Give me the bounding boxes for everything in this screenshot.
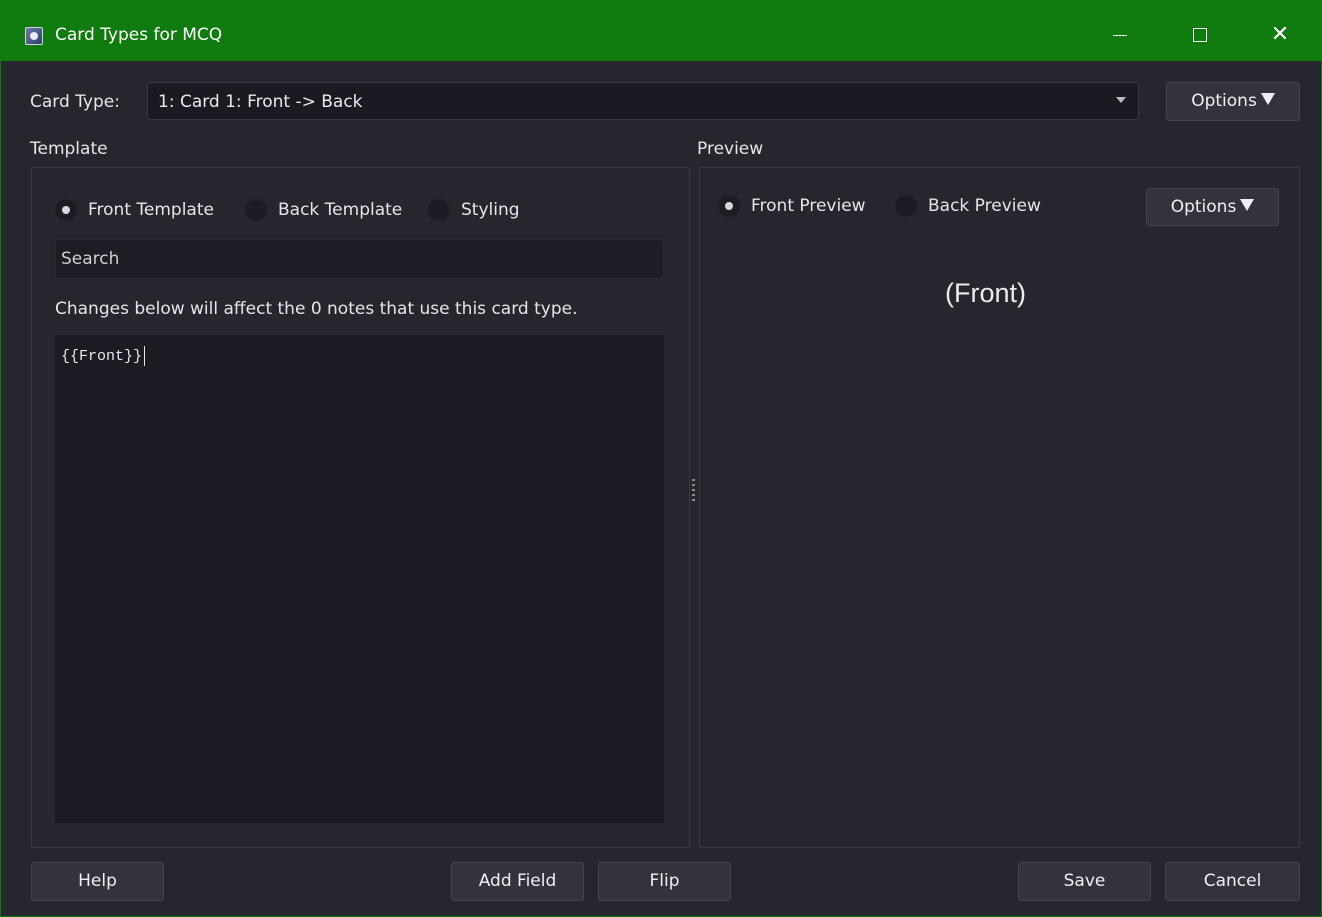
radio-unchecked-icon — [428, 199, 450, 221]
app-icon — [25, 27, 43, 45]
save-button[interactable]: Save — [1018, 862, 1151, 901]
minimize-icon[interactable] — [1097, 15, 1143, 55]
back-preview-label: Back Preview — [928, 196, 1041, 216]
card-types-dialog: Card Types for MCQ ✕ Card Type: 1: Card … — [0, 0, 1322, 917]
front-template-radio[interactable]: Front Template — [55, 199, 214, 221]
triangle-down-icon — [1240, 199, 1255, 211]
options-label: Options — [1170, 197, 1237, 217]
search-placeholder: Search — [61, 249, 120, 269]
flip-button[interactable]: Flip — [598, 862, 731, 901]
back-template-label: Back Template — [278, 200, 403, 220]
cancel-button[interactable]: Cancel — [1165, 862, 1300, 901]
options-label: Options — [1191, 91, 1257, 111]
preview-options-button[interactable]: Options — [1146, 188, 1279, 226]
back-preview-radio[interactable]: Back Preview — [895, 195, 1041, 217]
preview-panel — [699, 167, 1300, 848]
title-bar: Card Types for MCQ ✕ — [1, 1, 1321, 61]
radio-unchecked-icon — [895, 195, 917, 217]
editor-content: {{Front}} — [61, 346, 146, 366]
radio-checked-icon — [718, 195, 740, 217]
text-caret — [144, 346, 146, 366]
radio-unchecked-icon — [245, 199, 267, 221]
card-type-value: 1: Card 1: Front -> Back — [158, 92, 363, 112]
template-editor[interactable]: {{Front}} — [55, 335, 664, 823]
styling-label: Styling — [461, 200, 520, 220]
add-field-button[interactable]: Add Field — [451, 862, 584, 901]
front-preview-label: Front Preview — [751, 196, 866, 216]
front-preview-radio[interactable]: Front Preview — [718, 195, 866, 217]
preview-rendered-text: (Front) — [945, 278, 1026, 308]
triangle-down-icon — [1260, 93, 1275, 105]
card-type-dropdown[interactable]: 1: Card 1: Front -> Back — [147, 82, 1139, 120]
search-input[interactable]: Search — [55, 239, 664, 279]
window-title: Card Types for MCQ — [55, 25, 223, 45]
affected-notes-notice: Changes below will affect the 0 notes th… — [55, 299, 578, 319]
editor-text: {{Front}} — [61, 347, 143, 365]
back-template-radio[interactable]: Back Template — [245, 199, 402, 221]
close-icon[interactable]: ✕ — [1257, 15, 1303, 55]
template-section-label: Template — [30, 139, 108, 159]
chevron-down-icon — [1116, 97, 1126, 103]
card-type-label: Card Type: — [30, 92, 120, 112]
card-type-options-button[interactable]: Options — [1166, 82, 1300, 121]
front-template-label: Front Template — [88, 200, 214, 220]
preview-section-label: Preview — [697, 139, 764, 159]
splitter-handle[interactable] — [692, 479, 695, 507]
radio-checked-icon — [55, 199, 77, 221]
help-button[interactable]: Help — [31, 862, 164, 901]
maximize-icon[interactable] — [1177, 15, 1223, 55]
styling-radio[interactable]: Styling — [428, 199, 520, 221]
